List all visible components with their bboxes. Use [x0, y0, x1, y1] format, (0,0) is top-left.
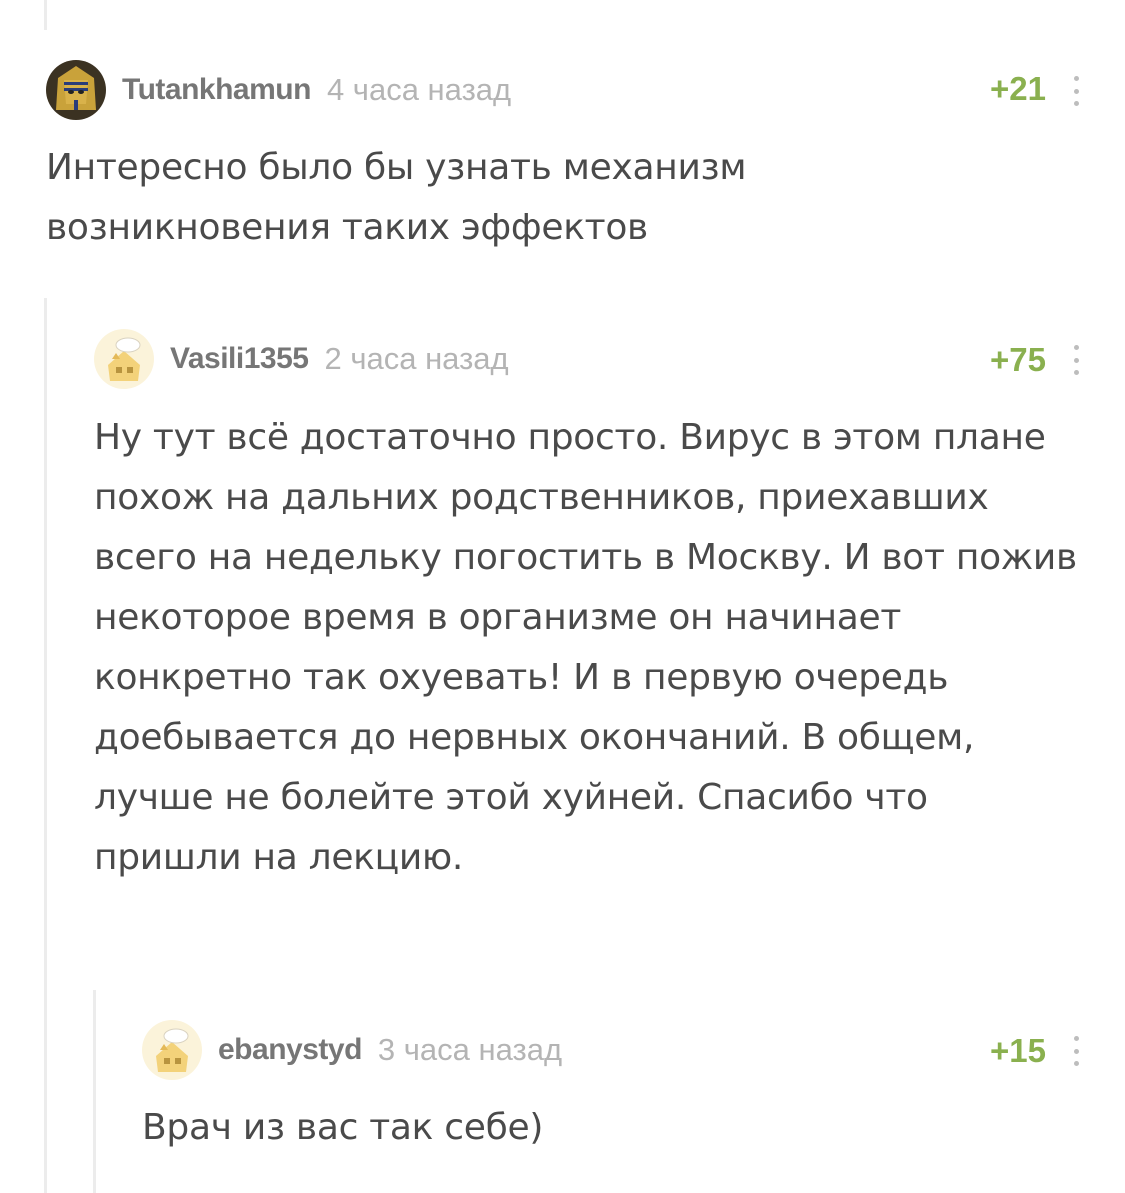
rating-score: +21	[990, 70, 1046, 107]
thread-line-level-1[interactable]	[44, 298, 47, 1193]
default-avatar[interactable]	[94, 329, 154, 389]
more-options-icon[interactable]	[1071, 1036, 1081, 1066]
thread-line-level-2[interactable]	[93, 990, 96, 1193]
comment-text: Ну тут всё достаточно просто. Вирус в эт…	[94, 417, 1077, 878]
comment-time[interactable]: 4 часа назад	[327, 72, 511, 108]
default-avatar[interactable]	[142, 1020, 202, 1080]
comment-text: Интересно было бы узнать механизм возник…	[46, 147, 747, 248]
username[interactable]: Tutankhamun	[122, 73, 311, 107]
rating-score: +75	[990, 341, 1046, 378]
username[interactable]: Vasili1355	[170, 342, 309, 376]
username[interactable]: ebanystyd	[218, 1033, 362, 1067]
thread-line-root[interactable]	[44, 0, 47, 30]
comment-text: Врач из вас так себе)	[142, 1107, 544, 1148]
more-options-icon[interactable]	[1071, 76, 1081, 106]
comment-time[interactable]: 3 часа назад	[378, 1032, 562, 1068]
rating-score: +15	[990, 1032, 1046, 1069]
more-options-icon[interactable]	[1071, 345, 1081, 375]
comment-time[interactable]: 2 часа назад	[324, 341, 508, 377]
pharaoh-mask-avatar[interactable]	[46, 60, 106, 120]
